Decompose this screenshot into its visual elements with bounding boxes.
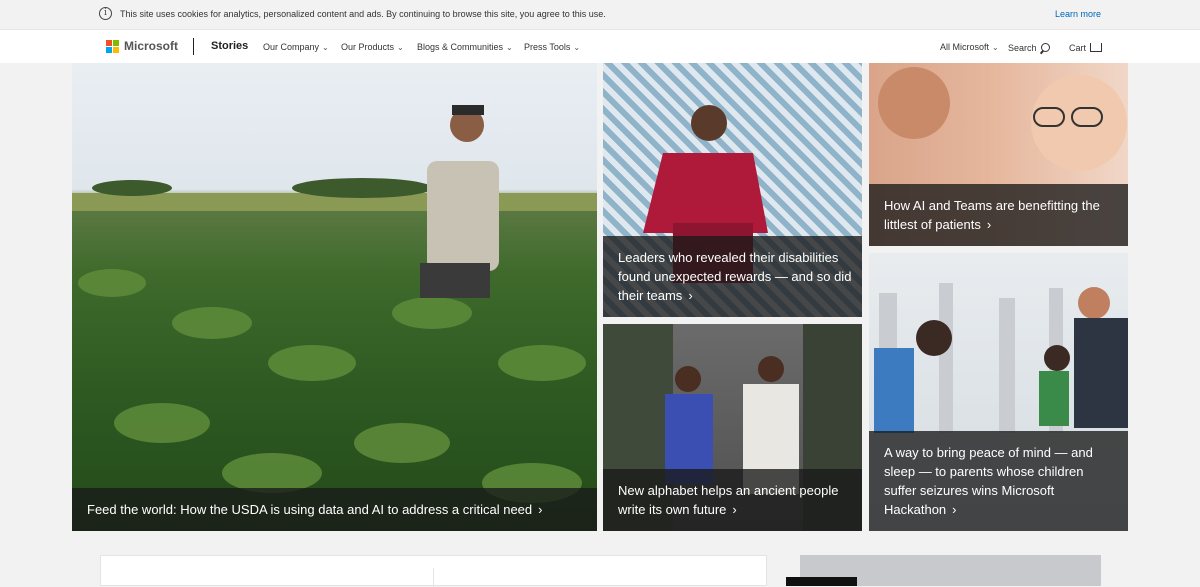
search-icon (1040, 43, 1050, 52)
stories-link[interactable]: Stories (211, 40, 248, 52)
chevron-down-icon: ⌄ (322, 43, 329, 52)
dark-block (786, 577, 857, 586)
cookie-text: This site uses cookies for analytics, pe… (120, 9, 606, 19)
nav-our-products[interactable]: Our Products ⌄ (341, 42, 404, 52)
chevron-right-icon: › (538, 502, 543, 517)
nav-label: Our Company (263, 42, 320, 52)
chevron-down-icon: ⌄ (573, 43, 581, 52)
chevron-right-icon: › (952, 502, 957, 517)
content-card (100, 555, 767, 587)
nav-label: Blogs & Communities (417, 42, 504, 52)
microsoft-logo[interactable]: Microsoft (106, 39, 178, 53)
story-caption: Feed the world: How the USDA is using da… (72, 488, 597, 531)
all-microsoft-label: All Microsoft (940, 42, 990, 52)
all-microsoft-menu[interactable]: All Microsoft ⌄ (940, 42, 999, 52)
chevron-down-icon: ⌄ (506, 43, 513, 52)
story-title: New alphabet helps an ancient people wri… (618, 483, 839, 517)
story-title: A way to bring peace of mind — and sleep… (884, 445, 1093, 517)
nav-blogs-communities[interactable]: Blogs & Communities ⌄ (417, 42, 513, 52)
nav-press-tools[interactable]: Press Tools ⌄ (524, 42, 580, 52)
chevron-down-icon: ⌄ (397, 43, 404, 52)
nav-label: Press Tools (524, 42, 571, 52)
story-title: Leaders who revealed their disabilities … (618, 250, 852, 303)
chevron-right-icon: › (986, 217, 992, 232)
story-tile-ai-teams[interactable]: How AI and Teams are benefitting the lit… (869, 63, 1128, 246)
story-tile-alphabet[interactable]: New alphabet helps an ancient people wri… (603, 324, 862, 531)
cookie-banner: i This site uses cookies for analytics, … (0, 0, 1200, 30)
header-divider (193, 38, 194, 55)
story-caption: How AI and Teams are benefitting the lit… (869, 184, 1128, 246)
story-title: Feed the world: How the USDA is using da… (87, 502, 533, 517)
info-icon: i (99, 7, 112, 20)
story-title: How AI and Teams are benefitting the lit… (884, 198, 1100, 232)
chevron-right-icon: › (732, 502, 737, 517)
story-caption: New alphabet helps an ancient people wri… (603, 469, 862, 531)
story-tile-hackathon[interactable]: A way to bring peace of mind — and sleep… (869, 253, 1128, 531)
chevron-down-icon: ⌄ (992, 43, 999, 52)
story-tile-usda[interactable]: Feed the world: How the USDA is using da… (72, 63, 597, 531)
cart-icon (1090, 43, 1103, 52)
story-caption: A way to bring peace of mind — and sleep… (869, 431, 1128, 531)
learn-more-link[interactable]: Learn more (1055, 9, 1101, 19)
search-label: Search (1008, 43, 1037, 53)
nav-label: Our Products (341, 42, 395, 52)
cart-label: Cart (1069, 43, 1087, 53)
nav-our-company[interactable]: Our Company ⌄ (263, 42, 329, 52)
story-caption: Leaders who revealed their disabilities … (603, 236, 862, 317)
story-tile-disabilities[interactable]: Leaders who revealed their disabilities … (603, 63, 862, 317)
farmer-photo (72, 105, 597, 503)
card-divider (433, 568, 434, 587)
site-header: Microsoft Stories Our Company ⌄ Our Produ… (0, 30, 1200, 63)
brand-name: Microsoft (124, 39, 178, 53)
microsoft-logo-icon (106, 39, 119, 53)
chevron-right-icon: › (688, 288, 693, 303)
search-button[interactable]: Search (1008, 42, 1050, 53)
cart-button[interactable]: Cart (1069, 42, 1103, 53)
